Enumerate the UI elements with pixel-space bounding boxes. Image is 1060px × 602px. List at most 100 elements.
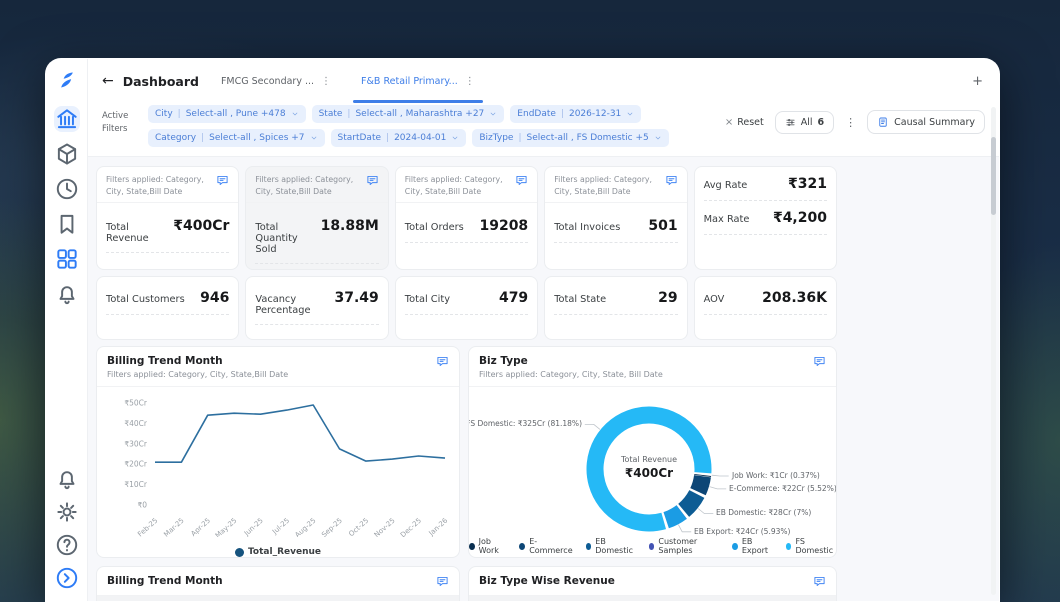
kpi-label: Total State <box>554 294 606 305</box>
chip-name: BizType <box>479 133 513 143</box>
donut-slice-label: EB Domestic: ₹28Cr (7%) <box>716 508 811 517</box>
kpi-card: Filters applied: Category, City, State,B… <box>96 166 239 270</box>
chevron-down-icon <box>310 134 318 142</box>
chat-icon[interactable] <box>515 174 528 187</box>
reset-filters-button[interactable]: ×Reset <box>725 117 764 128</box>
billing-trend-chart-card: Billing Trend Month Filters applied: Cat… <box>96 346 460 558</box>
sidebar-item-bell[interactable] <box>54 281 80 307</box>
chat-icon[interactable] <box>665 174 678 187</box>
active-filters-label: Active Filters <box>102 105 138 136</box>
donut-center-value: ₹400Cr <box>621 466 677 480</box>
chat-icon[interactable] <box>813 575 826 588</box>
kpi-card: Vacancy Percentage 37.49 <box>245 276 388 340</box>
sidebar-item-cube[interactable] <box>54 141 80 167</box>
donut-slice-label: E-Commerce: ₹22Cr (5.52%) <box>729 484 837 493</box>
svg-text:₹40Cr: ₹40Cr <box>124 419 148 428</box>
chevron-down-icon <box>451 134 459 142</box>
svg-text:Jul-25: Jul-25 <box>270 517 291 537</box>
chat-icon[interactable] <box>436 355 449 368</box>
sidebar-item-help[interactable] <box>54 532 80 558</box>
scrollbar[interactable] <box>991 107 996 595</box>
chart-title: Billing Trend Month <box>107 355 436 367</box>
sidebar-item-clock[interactable] <box>54 176 80 202</box>
charts-row: Billing Trend Month Filters applied: Cat… <box>96 346 837 558</box>
sidebar <box>46 59 88 601</box>
filter-chips: City | Select-all , Pune +478 State | Se… <box>148 105 715 147</box>
legend-dot <box>235 548 244 557</box>
kpi-label: Avg Rate <box>704 180 748 191</box>
chip-value: Select-all , Pune +478 <box>186 109 286 119</box>
chip-value: Select-all , Spices +7 <box>209 133 304 143</box>
causal-summary-button[interactable]: Causal Summary <box>867 110 985 134</box>
chat-icon[interactable] <box>813 355 826 368</box>
dashboard-tab[interactable]: F&B Retail Primary... ⋮ <box>361 59 475 103</box>
dashboard-tabs: FMCG Secondary ... ⋮ F&B Retail Primary..… <box>221 59 475 103</box>
back-arrow-icon[interactable]: ← <box>102 73 114 89</box>
kpi-value: 501 <box>648 218 677 234</box>
svg-text:Aug-25: Aug-25 <box>294 517 318 537</box>
kpi-value: ₹400Cr <box>173 218 229 234</box>
chip-separator: | <box>518 133 521 143</box>
filter-chip-startdate[interactable]: StartDate | 2024-04-01 <box>331 129 467 147</box>
line-chart: ₹0₹10Cr₹20Cr₹30Cr₹40Cr₹50CrFeb-25Mar-25A… <box>97 387 459 541</box>
more-options-icon[interactable]: ⋮ <box>845 116 856 129</box>
scrollbar-thumb[interactable] <box>991 137 996 215</box>
svg-text:Nov-25: Nov-25 <box>373 517 397 537</box>
svg-text:Jun-25: Jun-25 <box>242 517 265 537</box>
chat-icon[interactable] <box>366 174 379 187</box>
kpi-value: 208.36K <box>762 290 827 306</box>
sidebar-item-bell[interactable] <box>54 466 80 492</box>
donut-slice-label: EB Export: ₹24Cr (5.93%) <box>694 527 790 536</box>
tab-menu-icon[interactable]: ⋮ <box>465 76 475 87</box>
clock-icon <box>54 176 80 202</box>
topbar: ← Dashboard FMCG Secondary ... ⋮F&B Reta… <box>88 59 999 103</box>
kpi-card: Total Customers 946 <box>96 276 239 340</box>
sidebar-item-expand[interactable] <box>54 565 80 591</box>
sidebar-item-gear[interactable] <box>54 499 80 525</box>
sidebar-item-grid[interactable] <box>54 246 80 272</box>
sidebar-item-bank[interactable] <box>54 106 80 132</box>
filter-chip-state[interactable]: State | Select-all , Maharashtra +27 <box>312 105 505 123</box>
filter-chip-enddate[interactable]: EndDate | 2026-12-31 <box>510 105 641 123</box>
kpi-card: Total City 479 <box>395 276 538 340</box>
gear-icon <box>54 499 80 525</box>
chevron-down-icon <box>291 110 299 118</box>
kpi-row-2: Total Customers 946 Vacancy Percentage 3… <box>96 276 837 340</box>
kpi-value: 946 <box>200 290 229 306</box>
kpi-card: Filters applied: Category, City, State,B… <box>544 166 687 270</box>
bookmark-icon <box>54 211 80 237</box>
line-chart-legend: Total_Revenue <box>97 541 459 558</box>
table-card: Biz Type Wise Revenue Biz_Type Revenue <box>468 566 837 601</box>
legend-item[interactable]: Total_Revenue <box>235 547 321 557</box>
bank-icon <box>54 106 80 132</box>
kpi-value: 479 <box>499 290 528 306</box>
donut-chart: Job Work: ₹1Cr (0.37%)E-Commerce: ₹22Cr … <box>469 387 836 535</box>
svg-text:Feb-25: Feb-25 <box>136 517 159 537</box>
help-icon <box>54 532 80 558</box>
chip-name: StartDate <box>338 133 382 143</box>
dashboard-tab[interactable]: FMCG Secondary ... ⋮ <box>221 59 331 103</box>
cube-icon <box>54 141 80 167</box>
filter-chip-biztype[interactable]: BizType | Select-all , FS Domestic +5 <box>472 129 668 147</box>
chat-icon[interactable] <box>436 575 449 588</box>
add-tab-button[interactable]: + <box>972 74 983 89</box>
kpi-value: 37.49 <box>335 290 379 306</box>
chart-subtitle: Filters applied: Category, City, State, … <box>479 370 813 379</box>
filter-chip-category[interactable]: Category | Select-all , Spices +7 <box>148 129 325 147</box>
chip-name: City <box>155 109 173 119</box>
svg-text:Jan-26: Jan-26 <box>427 516 450 537</box>
all-filters-button[interactable]: All 6 <box>775 111 834 134</box>
svg-text:May-25: May-25 <box>214 517 239 537</box>
tab-label: F&B Retail Primary... <box>361 76 458 87</box>
rate-kpi-card: Avg Rate ₹321 Max Rate ₹4,200 <box>694 166 837 270</box>
tables-row: Billing Trend Month Bill_Month Total_Rev… <box>96 566 837 601</box>
filter-chip-city[interactable]: City | Select-all , Pune +478 <box>148 105 306 123</box>
sidebar-item-bookmark[interactable] <box>54 211 80 237</box>
legend-label: Total_Revenue <box>248 547 321 557</box>
svg-text:Oct-25: Oct-25 <box>347 517 370 537</box>
chip-separator: | <box>347 109 350 119</box>
chip-separator: | <box>386 133 389 143</box>
chat-icon[interactable] <box>216 174 229 187</box>
filter-count-badge: 6 <box>818 117 825 128</box>
tab-menu-icon[interactable]: ⋮ <box>321 76 331 87</box>
